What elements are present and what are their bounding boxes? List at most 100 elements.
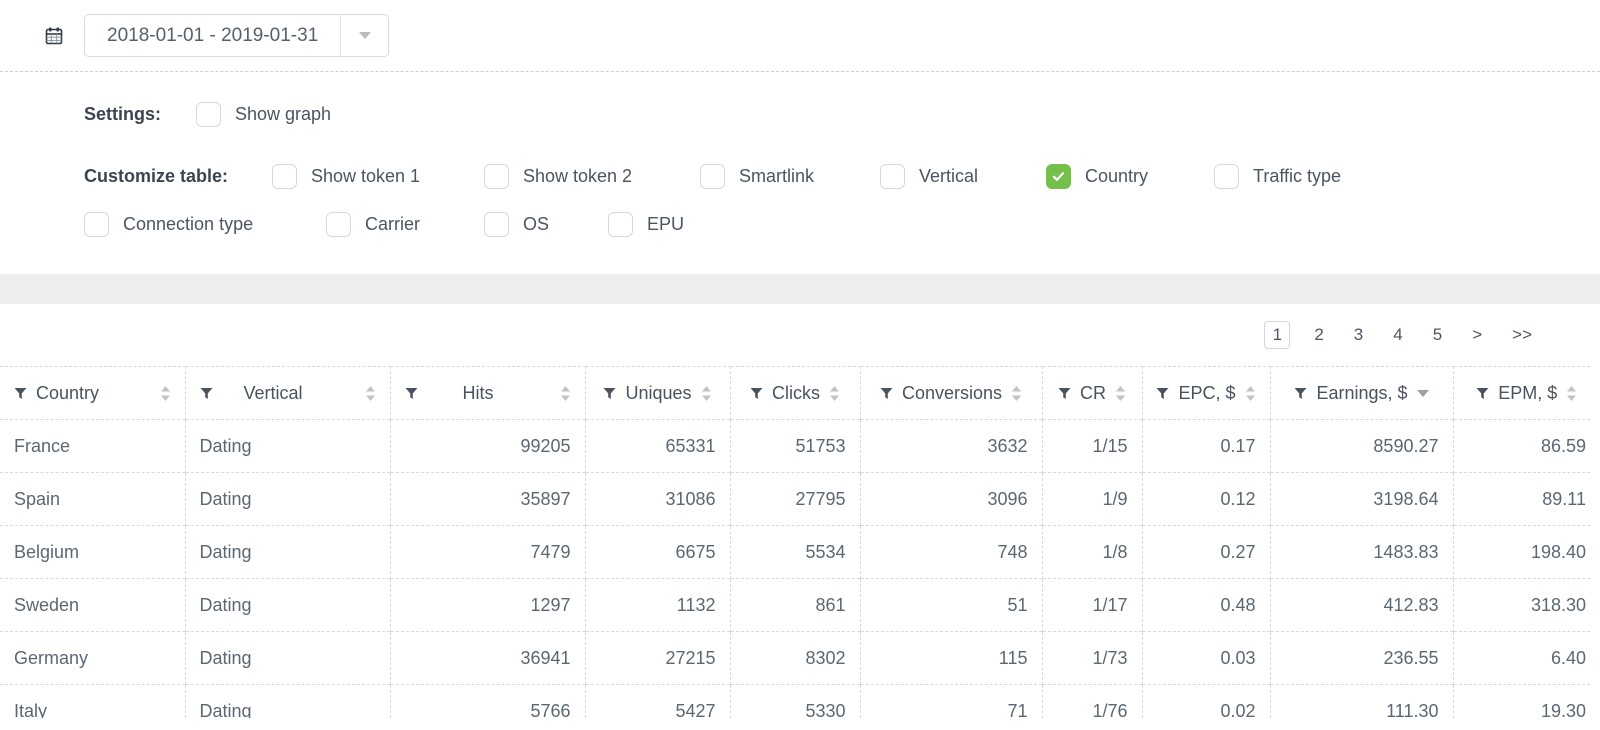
cell-uniques: 31086 xyxy=(585,472,731,526)
date-range-dropdown-button[interactable] xyxy=(340,15,389,56)
column-header-country[interactable]: Country xyxy=(0,366,186,420)
calendar-icon xyxy=(44,26,64,46)
filter-icon[interactable] xyxy=(1058,387,1071,400)
cell-vertical: Dating xyxy=(185,684,391,718)
filter-icon[interactable] xyxy=(1294,387,1307,400)
cell-cr: 1/17 xyxy=(1042,578,1143,632)
date-range-picker[interactable]: 2018-01-01 - 2019-01-31 xyxy=(84,14,390,57)
filter-icon[interactable] xyxy=(603,387,616,400)
checkbox-label: Show token 1 xyxy=(311,165,421,186)
column-header-epm[interactable]: EPM, $ xyxy=(1453,366,1590,420)
checkbox-smartlink[interactable]: Smartlink xyxy=(700,163,880,189)
cell-epc: 0.03 xyxy=(1142,631,1271,685)
column-header-label: CR xyxy=(1080,382,1106,403)
table-row[interactable]: Spain Dating 35897 31086 27795 3096 1/9 … xyxy=(0,472,1590,526)
filter-icon[interactable] xyxy=(750,387,763,400)
sort-icon[interactable] xyxy=(1115,385,1126,401)
checkbox-show-graph[interactable]: Show graph xyxy=(196,101,331,127)
checkbox-box[interactable] xyxy=(1214,163,1239,189)
checkbox-box[interactable] xyxy=(880,163,905,189)
column-header-earnings[interactable]: Earnings, $ xyxy=(1270,366,1454,420)
checkbox-country[interactable]: Country xyxy=(1046,163,1214,189)
sort-icon[interactable] xyxy=(365,385,376,401)
page-5-button[interactable]: 5 xyxy=(1427,321,1448,349)
page-2-button[interactable]: 2 xyxy=(1308,321,1329,349)
checkbox-box[interactable] xyxy=(196,101,221,127)
checkbox-box[interactable] xyxy=(484,211,509,237)
column-header-cr[interactable]: CR xyxy=(1042,366,1143,420)
cell-epm: 318.30 xyxy=(1453,578,1590,632)
checkbox-traffic-type[interactable]: Traffic type xyxy=(1214,163,1341,189)
page-3-button[interactable]: 3 xyxy=(1348,321,1369,349)
cell-hits: 35897 xyxy=(390,472,586,526)
column-header-label: Earnings, $ xyxy=(1316,382,1408,403)
cell-epc: 0.02 xyxy=(1142,684,1271,718)
cell-conversions: 51 xyxy=(860,578,1043,632)
cell-epc: 0.12 xyxy=(1142,472,1271,526)
checkbox-box[interactable] xyxy=(84,211,109,237)
filter-icon[interactable] xyxy=(14,387,27,400)
checkbox-os[interactable]: OS xyxy=(484,211,608,237)
filter-icon[interactable] xyxy=(200,387,213,400)
checkbox-label: EPU xyxy=(647,213,685,234)
checkbox-box[interactable] xyxy=(608,211,633,237)
checkbox-carrier[interactable]: Carrier xyxy=(326,211,484,237)
column-header-label: Uniques xyxy=(625,382,692,403)
cell-conversions: 71 xyxy=(860,684,1043,718)
column-header-clicks[interactable]: Clicks xyxy=(730,366,861,420)
next-page-button[interactable]: > xyxy=(1466,321,1488,349)
table-row[interactable]: France Dating 99205 65331 51753 3632 1/1… xyxy=(0,419,1590,473)
cell-clicks: 8302 xyxy=(730,631,861,685)
filter-icon[interactable] xyxy=(880,387,893,400)
table-row[interactable]: Belgium Dating 7479 6675 5534 748 1/8 0.… xyxy=(0,525,1590,579)
checkbox-show-token-2[interactable]: Show token 2 xyxy=(484,163,700,189)
table-row[interactable]: Sweden Dating 1297 1132 861 51 1/17 0.48… xyxy=(0,578,1590,632)
checkbox-epu[interactable]: EPU xyxy=(608,211,685,237)
cell-cr: 1/73 xyxy=(1042,631,1143,685)
table-row[interactable]: Germany Dating 36941 27215 8302 115 1/73… xyxy=(0,631,1590,685)
sort-icon[interactable] xyxy=(160,385,171,401)
settings-label: Settings: xyxy=(84,103,162,124)
sort-icon[interactable] xyxy=(1011,385,1022,401)
column-header-label: Clicks xyxy=(772,382,820,403)
column-header-conversions[interactable]: Conversions xyxy=(860,366,1043,420)
sort-icon[interactable] xyxy=(1245,385,1256,401)
cell-epc: 0.17 xyxy=(1142,419,1271,473)
page-4-button[interactable]: 4 xyxy=(1387,321,1408,349)
checkbox-vertical[interactable]: Vertical xyxy=(880,163,1046,189)
sort-icon[interactable] xyxy=(829,385,840,401)
page-1-button[interactable]: 1 xyxy=(1264,321,1291,349)
sort-desc-icon[interactable] xyxy=(1416,389,1429,397)
sort-icon[interactable] xyxy=(560,385,571,401)
sort-icon[interactable] xyxy=(1566,385,1577,401)
cell-epm: 19.30 xyxy=(1453,684,1590,718)
settings-panel: Settings: Show graph Customize table: Sh… xyxy=(0,72,1600,274)
checkbox-connection-type[interactable]: Connection type xyxy=(84,211,326,237)
filter-icon[interactable] xyxy=(1156,387,1169,400)
checkbox-box[interactable] xyxy=(326,211,351,237)
column-header-vertical[interactable]: Vertical xyxy=(185,366,391,420)
date-range-value[interactable]: 2018-01-01 - 2019-01-31 xyxy=(85,15,340,56)
column-header-hits[interactable]: Hits xyxy=(390,366,586,420)
table-row[interactable]: Italy Dating 5766 5427 5330 71 1/76 0.02… xyxy=(0,684,1590,718)
column-header-uniques[interactable]: Uniques xyxy=(585,366,731,420)
sort-icon[interactable] xyxy=(701,385,712,401)
cell-hits: 1297 xyxy=(390,578,586,632)
chevron-down-icon xyxy=(358,32,371,39)
cell-earnings: 236.55 xyxy=(1270,631,1454,685)
checkbox-show-token-1[interactable]: Show token 1 xyxy=(272,163,484,189)
cell-conversions: 748 xyxy=(860,525,1043,579)
cell-conversions: 3632 xyxy=(860,419,1043,473)
column-header-epc[interactable]: EPC, $ xyxy=(1142,366,1271,420)
checkbox-box[interactable] xyxy=(272,163,297,189)
last-page-button[interactable]: >> xyxy=(1506,321,1538,349)
section-separator-band xyxy=(0,274,1600,304)
checkbox-box[interactable] xyxy=(700,163,725,189)
cell-country: Sweden xyxy=(0,578,186,632)
cell-hits: 7479 xyxy=(390,525,586,579)
checkbox-box[interactable] xyxy=(1046,163,1071,189)
checkbox-box[interactable] xyxy=(484,163,509,189)
filter-icon[interactable] xyxy=(405,387,418,400)
cell-cr: 1/9 xyxy=(1042,472,1143,526)
filter-icon[interactable] xyxy=(1476,387,1489,400)
